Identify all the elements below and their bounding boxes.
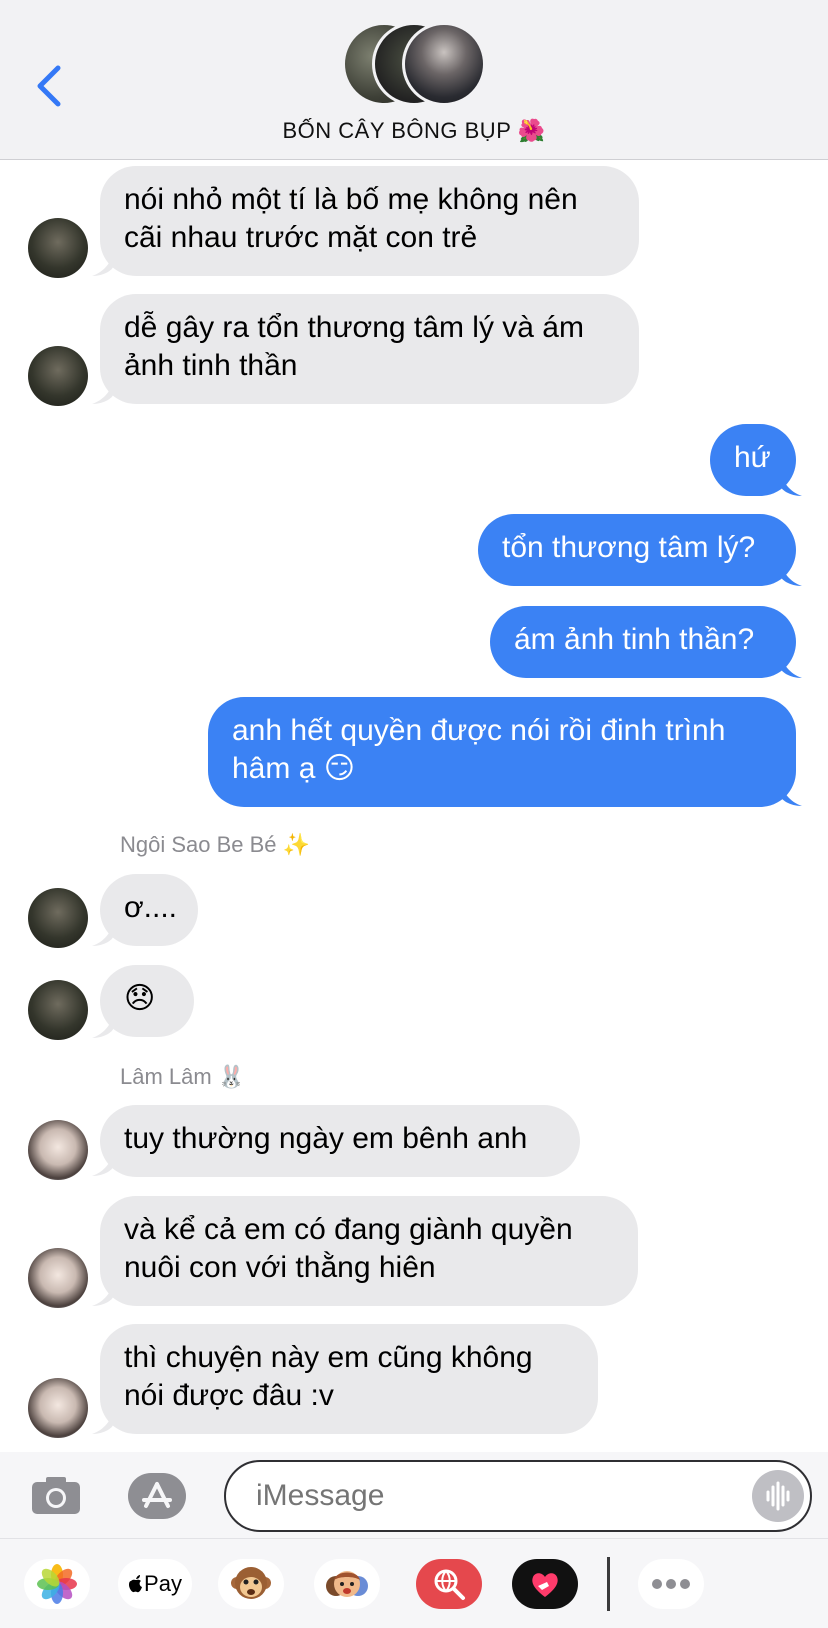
- app-store-button[interactable]: [126, 1472, 188, 1520]
- app-drawer: Pay: [0, 1538, 828, 1628]
- globe-search-icon: [434, 1569, 465, 1600]
- message-bubble-incoming[interactable]: tuy thường ngày em bênh anh: [100, 1105, 580, 1177]
- message-bubble-outgoing[interactable]: ám ảnh tinh thần?: [490, 606, 796, 678]
- digital-touch-button[interactable]: [512, 1559, 578, 1609]
- back-button[interactable]: [30, 60, 70, 112]
- audio-record-button[interactable]: [752, 1470, 804, 1522]
- group-avatars[interactable]: [342, 22, 488, 108]
- waveform-icon: [766, 1481, 790, 1511]
- camera-button[interactable]: [30, 1474, 82, 1516]
- compose-bar: [0, 1452, 828, 1538]
- sender-avatar[interactable]: [28, 1248, 88, 1308]
- camera-icon: [32, 1477, 80, 1514]
- more-icon: [652, 1579, 690, 1589]
- message-bubble-incoming[interactable]: thì chuyện này em cũng không nói được đâ…: [100, 1324, 598, 1434]
- sender-name: Ngôi Sao Be Bé ✨: [120, 832, 311, 857]
- message-bubble-incoming[interactable]: và kể cả em có đang giành quyền nuôi con…: [100, 1196, 638, 1306]
- avatar: [402, 22, 486, 106]
- memoji-icon: [326, 1571, 368, 1597]
- photos-icon: [37, 1564, 77, 1604]
- message-bubble-incoming[interactable]: nói nhỏ một tí là bố mẹ không nên cãi nh…: [100, 166, 639, 276]
- more-apps-button[interactable]: [638, 1559, 704, 1609]
- apple-pay-button[interactable]: Pay: [118, 1559, 192, 1609]
- message-bubble-incoming[interactable]: 😞: [100, 965, 194, 1037]
- memoji-stickers-button[interactable]: [314, 1559, 380, 1609]
- sender-avatar[interactable]: [28, 1378, 88, 1438]
- message-bubble-incoming[interactable]: dễ gây ra tổn thương tâm lý và ám ảnh ti…: [100, 294, 639, 404]
- message-bubble-outgoing[interactable]: anh hết quyền được nói rồi đinh trình hâ…: [208, 697, 796, 807]
- messages-app: BỐN CÂY BÔNG BỤP 🌺 nói nhỏ một tí là bố …: [0, 0, 828, 1628]
- sender-avatar[interactable]: [28, 218, 88, 278]
- image-search-button[interactable]: [416, 1559, 482, 1609]
- sender-avatar[interactable]: [28, 888, 88, 948]
- app-store-icon: [128, 1473, 186, 1519]
- apple-logo-icon: [129, 1575, 143, 1593]
- chevron-left-icon: [37, 65, 61, 107]
- monkey-icon: [231, 1567, 271, 1599]
- heart-hand-icon: [532, 1573, 558, 1597]
- sender-name: Lâm Lâm 🐰: [120, 1064, 246, 1089]
- photos-app-button[interactable]: [24, 1559, 90, 1609]
- sender-avatar[interactable]: [28, 980, 88, 1040]
- message-bubble-outgoing[interactable]: tổn thương tâm lý?: [478, 514, 796, 586]
- drawer-divider: [607, 1557, 610, 1611]
- conversation-header: BỐN CÂY BÔNG BỤP 🌺: [0, 0, 828, 160]
- sender-avatar[interactable]: [28, 346, 88, 406]
- message-bubble-incoming[interactable]: ơ....: [100, 874, 198, 946]
- group-title[interactable]: BỐN CÂY BÔNG BỤP 🌺: [0, 118, 828, 144]
- message-bubble-outgoing[interactable]: hứ: [710, 424, 796, 496]
- sender-avatar[interactable]: [28, 1120, 88, 1180]
- apple-pay-label: Pay: [144, 1571, 182, 1596]
- message-input[interactable]: [224, 1460, 812, 1532]
- animoji-app-button[interactable]: [218, 1559, 284, 1609]
